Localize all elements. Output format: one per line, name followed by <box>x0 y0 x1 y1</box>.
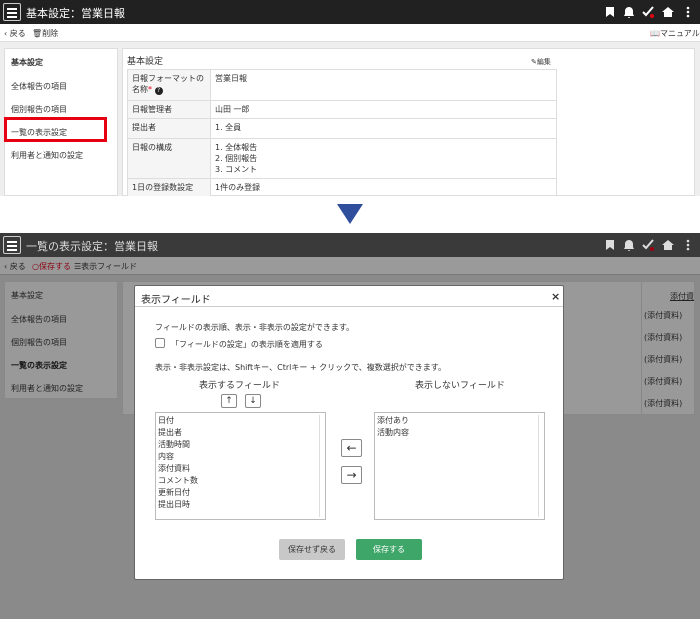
display-field-modal: 表示フィールド × フィールドの表示順、表示・非表示の設定ができます。 「フィー… <box>134 285 564 580</box>
row-key: 提出者 <box>127 118 211 139</box>
app-header: 基本設定：営業日報 <box>0 0 700 24</box>
row-value: 山田 一郎 <box>210 100 557 119</box>
display-field-link[interactable]: ☰表示フィールド <box>74 261 137 272</box>
down-arrow-icon <box>337 204 363 224</box>
hamburger-menu-icon[interactable] <box>3 236 21 254</box>
table-row: 1日の登録数設定 1件のみ登録 <box>127 178 557 196</box>
sidebar-item-overall-report[interactable]: 全体報告の項目 <box>11 314 67 325</box>
back-link[interactable]: ‹ 戻る <box>4 261 26 272</box>
bg-column: 添付資 (添付資料) (添付資料) (添付資料) (添付資料) (添付資料) <box>641 282 696 416</box>
row-key: 日報フォーマットの名称* ? <box>127 69 211 101</box>
multi-select-hint: 表示・非表示設定は、Shiftキー、Ctrlキー + クリックで、複数選択ができ… <box>155 363 447 372</box>
modal-description: フィールドの表示順、表示・非表示の設定ができます。 <box>155 323 355 332</box>
sub-toolbar: ‹ 戻る ○保存する ☰表示フィールド <box>0 257 700 275</box>
table-row: 提出者 1. 全員 <box>127 118 557 139</box>
list-item[interactable]: 提出者 <box>158 427 323 439</box>
bg-cell: (添付資料) <box>644 355 683 364</box>
sidebar-item-overall-report[interactable]: 全体報告の項目 <box>11 81 67 92</box>
settings-table: 日報フォーマットの名称* ? 営業日報 日報管理者 山田 一郎 提出者 1. 全… <box>127 69 557 196</box>
bottom-screenshot: 一覧の表示設定：営業日報 ‹ 戻る ○保存する ☰表示フィールド 基本設定 全体… <box>0 233 700 619</box>
bookmark-icon[interactable] <box>603 238 617 252</box>
app-header: 一覧の表示設定：営業日報 <box>0 233 700 257</box>
row-key: 日報の構成 <box>127 138 211 179</box>
row-value: 1件のみ登録 <box>210 178 557 196</box>
bg-cell: (添付資料) <box>644 333 683 342</box>
table-row: 日報フォーマットの名称* ? 営業日報 <box>127 69 557 101</box>
delete-button[interactable]: 🗑削除 <box>32 28 58 39</box>
manual-link[interactable]: 📖マニュアル <box>650 28 700 39</box>
bg-cell: (添付資料) <box>644 311 683 320</box>
sidebar-item-users-notifications[interactable]: 利用者と通知の設定 <box>11 150 83 161</box>
modal-title: 表示フィールド <box>141 295 211 306</box>
help-icon[interactable]: ? <box>154 87 163 95</box>
check-icon[interactable] <box>641 5 655 19</box>
move-right-button[interactable]: → <box>341 466 362 484</box>
sub-toolbar: ‹ 戻る 🗑削除 📖マニュアル <box>0 24 700 42</box>
list-item[interactable]: 添付あり <box>377 415 542 427</box>
table-row: 日報の構成 1. 全体報告 2. 個別報告 3. コメント <box>127 138 557 179</box>
sidebar-item-individual-report[interactable]: 個別報告の項目 <box>11 104 67 115</box>
main-panel: 基本設定 ✎編集 日報フォーマットの名称* ? 営業日報 日報管理者 山田 一郎… <box>122 48 695 196</box>
shown-fields-label: 表示するフィールド <box>199 381 280 391</box>
list-item[interactable]: コメント数 <box>158 475 323 487</box>
more-vertical-icon[interactable] <box>681 5 695 19</box>
checkbox-label: 「フィールドの設定」の表示順を適用する <box>171 340 323 349</box>
row-key: 1日の登録数設定 <box>127 178 211 196</box>
list-item[interactable]: 内容 <box>158 451 323 463</box>
cancel-button[interactable]: 保存せず戻る <box>279 539 345 560</box>
list-item[interactable]: 活動内容 <box>377 427 542 439</box>
bell-icon[interactable] <box>622 5 636 19</box>
bg-col-header: 添付資 <box>670 292 694 301</box>
sidebar-item-list-display[interactable]: 一覧の表示設定 <box>11 360 67 371</box>
close-icon[interactable]: × <box>551 290 560 303</box>
top-screenshot: 基本設定：営業日報 ‹ 戻る 🗑削除 📖マニュアル 基本設定 全体報告の項目 個… <box>0 0 700 196</box>
list-item[interactable]: 提出日時 <box>158 499 323 511</box>
shown-fields-listbox[interactable]: 日付 提出者 活動時間 内容 添付資料 コメント数 更新日付 提出日時 <box>155 412 326 520</box>
sidebar-item-basic[interactable]: 基本設定 <box>11 290 43 301</box>
move-left-button[interactable]: ← <box>341 439 362 457</box>
back-link[interactable]: ‹ 戻る <box>4 28 26 39</box>
list-item[interactable]: 更新日付 <box>158 487 323 499</box>
row-value: 1. 全員 <box>210 118 557 139</box>
section-title: 基本設定 <box>127 57 164 67</box>
scrollbar[interactable] <box>538 415 543 517</box>
edit-link[interactable]: ✎編集 <box>531 57 551 67</box>
hamburger-menu-icon[interactable] <box>3 3 21 21</box>
bg-cell: (添付資料) <box>644 377 683 386</box>
row-value: 営業日報 <box>210 69 557 101</box>
list-item[interactable]: 活動時間 <box>158 439 323 451</box>
bell-icon[interactable] <box>622 238 636 252</box>
home-icon[interactable] <box>661 5 675 19</box>
list-item[interactable]: 日付 <box>158 415 323 427</box>
page-title: 基本設定：営業日報 <box>26 7 125 20</box>
scrollbar[interactable] <box>319 415 324 517</box>
row-value: 1. 全体報告 2. 個別報告 3. コメント <box>210 138 557 179</box>
apply-order-checkbox[interactable] <box>155 338 165 348</box>
save-link[interactable]: ○保存する <box>32 261 71 272</box>
highlight-box <box>4 117 107 142</box>
move-up-button[interactable]: ↑ <box>221 394 237 408</box>
table-row: 日報管理者 山田 一郎 <box>127 100 557 119</box>
sidebar-item-basic[interactable]: 基本設定 <box>11 57 43 68</box>
more-vertical-icon[interactable] <box>681 238 695 252</box>
check-icon[interactable] <box>641 238 655 252</box>
list-item[interactable]: 添付資料 <box>158 463 323 475</box>
hidden-fields-label: 表示しないフィールド <box>415 381 505 391</box>
settings-sidebar: 基本設定 全体報告の項目 個別報告の項目 一覧の表示設定 利用者と通知の設定 <box>4 281 118 399</box>
move-down-button[interactable]: ↓ <box>245 394 261 408</box>
bg-cell: (添付資料) <box>644 399 683 408</box>
sidebar-item-users-notifications[interactable]: 利用者と通知の設定 <box>11 383 83 394</box>
bookmark-icon[interactable] <box>603 5 617 19</box>
page-title: 一覧の表示設定：営業日報 <box>26 240 158 253</box>
row-key: 日報管理者 <box>127 100 211 119</box>
divider <box>135 306 563 307</box>
hidden-fields-listbox[interactable]: 添付あり 活動内容 <box>374 412 545 520</box>
sidebar-item-individual-report[interactable]: 個別報告の項目 <box>11 337 67 348</box>
home-icon[interactable] <box>661 238 675 252</box>
save-button[interactable]: 保存する <box>356 539 422 560</box>
